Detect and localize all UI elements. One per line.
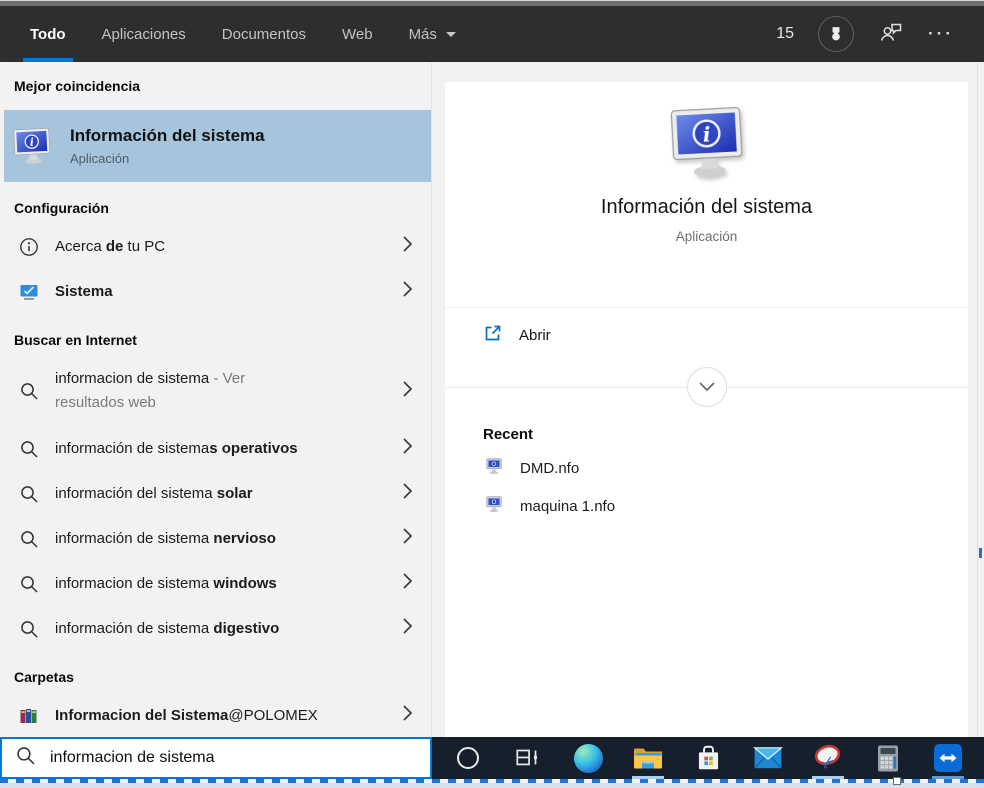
- windows-search-flyout: Todo Aplicaciones Documentos Web Más 15 …: [0, 0, 984, 788]
- search-input[interactable]: [50, 749, 417, 767]
- rewards-count: 15: [776, 25, 795, 42]
- chevron-right-icon: [402, 235, 413, 258]
- tab-mas[interactable]: Más: [409, 6, 456, 62]
- preview-title: Información del sistema: [600, 196, 813, 218]
- task-view-icon[interactable]: [506, 737, 550, 779]
- search-icon: [15, 745, 36, 771]
- folder-result-row[interactable]: Informacion del Sistema@POLOMEX: [0, 693, 431, 737]
- tab-documentos[interactable]: Documentos: [222, 6, 306, 62]
- web-suggestion-row[interactable]: informacion de sistema - Ver resultados …: [0, 356, 431, 426]
- feedback-icon[interactable]: [878, 20, 904, 49]
- calculator-icon[interactable]: [866, 737, 910, 779]
- info-circle-icon: [18, 237, 40, 257]
- tab-web[interactable]: Web: [342, 6, 373, 62]
- snipping-tool-icon[interactable]: ✂: [806, 737, 850, 779]
- scrollbar-track[interactable]: [977, 62, 978, 737]
- chevron-right-icon: [402, 572, 413, 595]
- file-explorer-icon[interactable]: [626, 737, 670, 779]
- search-icon: [18, 439, 40, 459]
- nfo-file-icon: [485, 457, 503, 479]
- preview-subtitle: Aplicación: [675, 229, 738, 244]
- section-web-search: Buscar en Internet: [14, 332, 137, 348]
- recent-section-label: Recent: [483, 426, 534, 443]
- system-information-icon: i: [13, 128, 51, 164]
- archive-books-icon: [18, 706, 40, 726]
- web-suggestion-row[interactable]: información del sistema solar: [0, 471, 431, 516]
- store-icon[interactable]: [686, 737, 730, 779]
- edge-icon[interactable]: [566, 737, 610, 779]
- search-icon: [18, 381, 40, 401]
- open-external-icon: [483, 323, 503, 347]
- results-panel: Mejor coincidencia i Información del sis…: [0, 62, 432, 737]
- best-match-result[interactable]: i Información del sistema Aplicación: [0, 110, 431, 182]
- preview-card: i Información del sistema Aplicación Abr…: [445, 82, 968, 737]
- chevron-right-icon: [402, 527, 413, 550]
- taskbar-search-box[interactable]: [0, 737, 432, 779]
- tab-todo[interactable]: Todo: [23, 6, 73, 62]
- search-icon: [18, 619, 40, 639]
- web-suggestion-row[interactable]: informacion de sistema windows: [0, 561, 431, 606]
- search-icon: [18, 529, 40, 549]
- chevron-right-icon: [402, 437, 413, 460]
- open-action[interactable]: Abrir: [445, 308, 968, 362]
- recent-file-name: maquina 1.nfo: [520, 497, 616, 515]
- screen-bottom-edge: [0, 783, 984, 788]
- header-actions: 15 ···: [776, 6, 954, 62]
- best-match-title: Información del sistema: [70, 126, 265, 145]
- section-folders: Carpetas: [14, 669, 74, 685]
- screen-left-edge: [0, 62, 4, 737]
- chevron-right-icon: [402, 704, 413, 727]
- preview-hero: i Información del sistema Aplicación: [445, 82, 968, 308]
- recent-file-row[interactable]: maquina 1.nfo: [445, 487, 968, 525]
- recent-file-row[interactable]: DMD.nfo: [445, 449, 968, 487]
- teamviewer-icon[interactable]: [926, 737, 970, 779]
- rewards-medal-icon[interactable]: [818, 16, 855, 52]
- system-settings-icon: [18, 282, 40, 302]
- web-suggestion-row[interactable]: información de sistemas operativos: [0, 426, 431, 471]
- open-label: Abrir: [519, 326, 551, 344]
- preview-panel: i Información del sistema Aplicación Abr…: [432, 62, 984, 737]
- chevron-right-icon: [402, 380, 413, 403]
- tab-aplicaciones[interactable]: Aplicaciones: [102, 6, 186, 62]
- nfo-file-icon: [485, 495, 503, 517]
- snip-selection-border: [0, 777, 984, 785]
- snip-selection-handle[interactable]: [893, 777, 901, 785]
- section-settings: Configuración: [14, 200, 109, 216]
- section-best-match: Mejor coincidencia: [14, 78, 141, 94]
- svg-text:i: i: [702, 122, 711, 146]
- web-suggestion-row[interactable]: información de sistema digestivo: [0, 606, 431, 651]
- taskbar: ✂: [432, 737, 984, 779]
- settings-item-system[interactable]: Sistema: [0, 269, 431, 314]
- search-icon: [18, 484, 40, 504]
- chevron-down-icon: [698, 382, 715, 392]
- cortana-icon[interactable]: [446, 737, 490, 779]
- filter-tabs: Todo Aplicaciones Documentos Web Más: [23, 6, 456, 62]
- expand-button[interactable]: [686, 367, 727, 407]
- chevron-down-icon: [445, 31, 456, 42]
- system-information-icon: i: [670, 106, 742, 177]
- search-icon: [18, 574, 40, 594]
- more-options-icon[interactable]: ···: [928, 24, 954, 44]
- svg-text:i: i: [29, 136, 34, 149]
- chevron-right-icon: [402, 280, 413, 303]
- best-match-subtitle: Aplicación: [70, 151, 130, 166]
- web-suggestion-row[interactable]: información de sistema nervioso: [0, 516, 431, 561]
- mail-icon[interactable]: [746, 737, 790, 779]
- recent-file-name: DMD.nfo: [520, 459, 580, 477]
- settings-item-about-pc[interactable]: Acerca de tu PC: [0, 224, 431, 269]
- chevron-right-icon: [402, 617, 413, 640]
- chevron-right-icon: [402, 482, 413, 505]
- expand-divider: [445, 362, 968, 412]
- scrollbar-thumb[interactable]: [979, 548, 982, 558]
- search-filter-header: Todo Aplicaciones Documentos Web Más 15 …: [0, 6, 984, 62]
